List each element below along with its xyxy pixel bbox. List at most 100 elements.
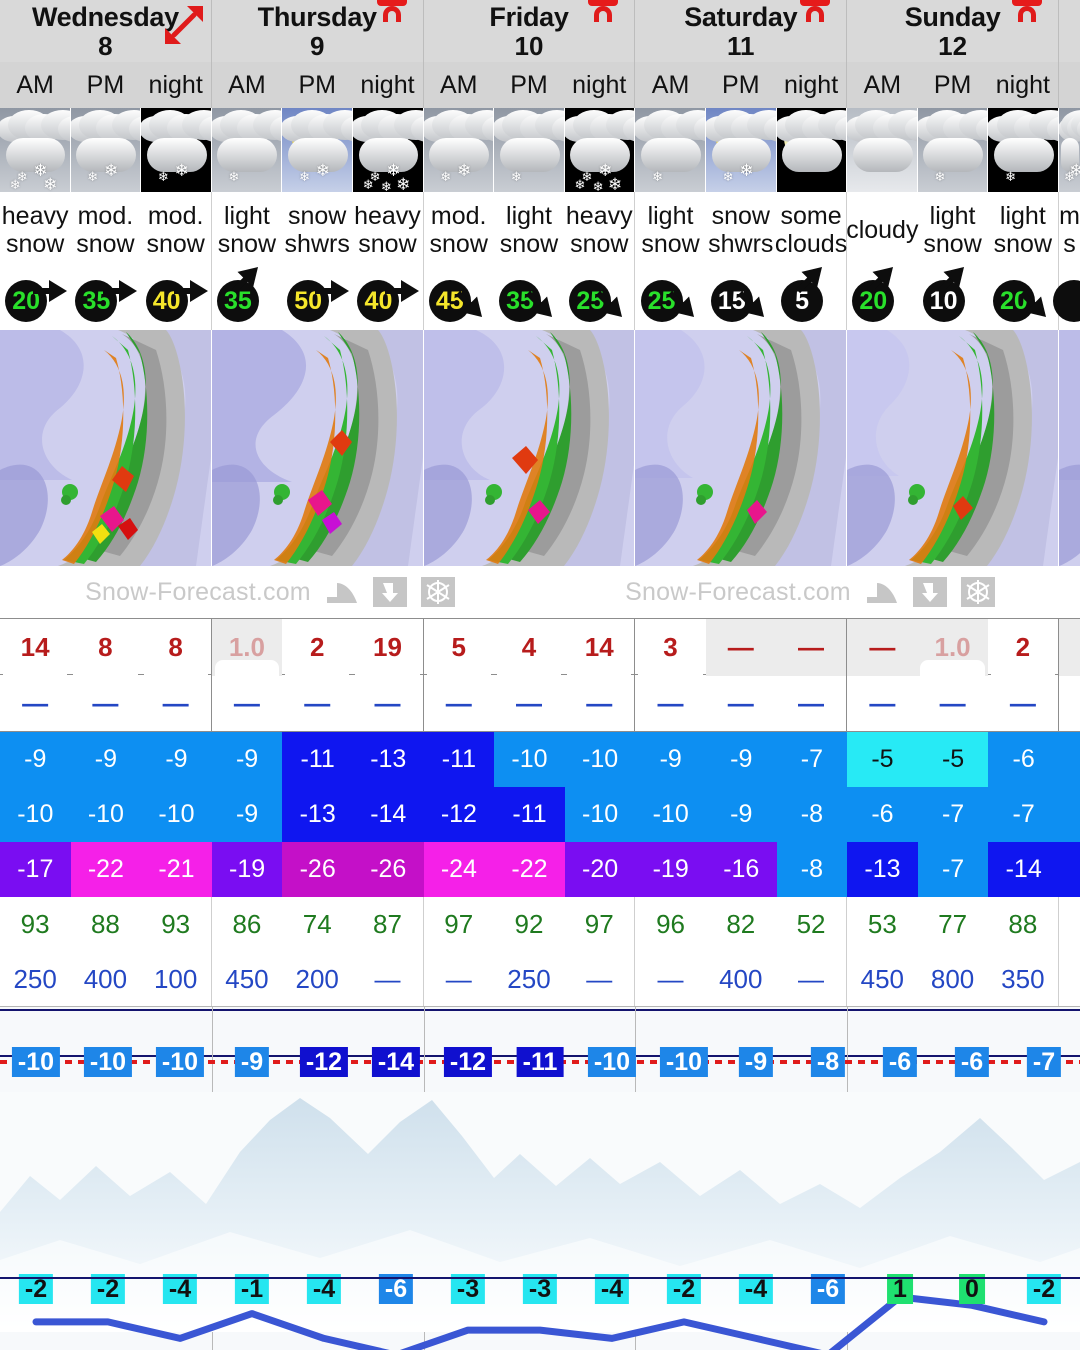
min-temp-cell: -9 xyxy=(705,787,777,842)
rain-amount-cell: — xyxy=(1009,688,1036,718)
day-name: Friday xyxy=(489,2,569,32)
weather-description: light snow xyxy=(988,192,1058,268)
wind-speed-cell: 20 xyxy=(988,268,1058,330)
wind-direction-arrow-icon xyxy=(933,260,971,298)
wind-speed-cell: 35 xyxy=(494,268,564,330)
freezing-level-cell: 250 xyxy=(13,963,57,994)
desc-line-1: mod. xyxy=(430,202,487,230)
humidity-cell: 87 xyxy=(373,908,402,939)
snowflake-icon: ❄ xyxy=(315,161,331,180)
next-day-partial[interactable] xyxy=(1058,0,1080,62)
freezing-level-cell: — xyxy=(445,963,472,994)
desc-line-1: some xyxy=(780,202,842,230)
snow-amount-cell: 14 xyxy=(0,619,70,676)
wind-direction-arrow-icon xyxy=(733,286,771,324)
period-label-night[interactable]: night xyxy=(564,62,634,108)
day-date: 12 xyxy=(938,31,968,61)
wind-direction-arrow-icon xyxy=(172,272,210,310)
period-label-AM[interactable]: AM xyxy=(424,62,494,108)
weather-icon: ❄ ❄ ❄ ❄ xyxy=(0,108,71,192)
period-label-AM[interactable]: AM xyxy=(212,62,282,108)
weather-icon: ❄ xyxy=(635,108,706,192)
rain-amount-cell: — xyxy=(798,688,825,718)
day-max-temp: -9 -9 -7 xyxy=(635,732,848,787)
day-min-temp: -6 -7 -7 xyxy=(847,787,1059,842)
period-label-night[interactable]: night xyxy=(988,62,1058,108)
period-label-night[interactable]: night xyxy=(141,62,211,108)
expand-arrows-icon[interactable] xyxy=(164,6,203,44)
wind-chill-cell: -17 xyxy=(0,842,71,897)
desc-line-1: mod. xyxy=(147,202,204,230)
max-temp-cell: -5 xyxy=(847,732,918,787)
period-label-night[interactable]: night xyxy=(352,62,422,108)
snowflake-icon: ❄ xyxy=(739,161,754,180)
wind-speed-cell: 35 xyxy=(212,266,282,330)
desc-line-1: heavy xyxy=(565,202,633,230)
forecast-map[interactable] xyxy=(1058,330,1080,566)
max-temp-cell: -9 xyxy=(0,732,71,787)
snow-amount-cell: 2 xyxy=(988,619,1058,676)
day-header[interactable]: Thursday 9 xyxy=(211,0,424,62)
wind-direction-arrow-icon xyxy=(451,286,489,324)
weather-description: heavy snow xyxy=(352,192,422,268)
forecast-map[interactable] xyxy=(0,330,212,566)
freezing-level-cell: 350 xyxy=(1001,963,1045,994)
desc-line-2: snow xyxy=(993,230,1053,258)
snowflake-icon: ❄ xyxy=(396,175,411,192)
rain-amount-cell: — xyxy=(22,688,49,718)
max-temp-row: -9 -9 -9 -9 -11 -13 -11 -10 -10 -9 -9 -7 -5 -5 -6 xyxy=(0,732,1080,787)
desc-line-1: heavy xyxy=(1,202,69,230)
forecast-map[interactable] xyxy=(423,330,636,566)
period-label-AM[interactable]: AM xyxy=(635,62,705,108)
period-label-PM[interactable]: PM xyxy=(70,62,140,108)
wind-speed-cell: 20 xyxy=(0,268,70,330)
day-date: 9 xyxy=(309,31,325,61)
day-max-temp: -9 -11 -13 xyxy=(211,732,424,787)
snow-amount-cell: 4 xyxy=(494,619,564,676)
wind-direction-arrow-icon xyxy=(1015,286,1053,324)
period-label-PM[interactable]: PM xyxy=(282,62,352,108)
weather-icon-row: ❄ ❄ ❄ ❄ ❄ ❄ ❄ ❄ ❄ ❄ ❄ ❄ ❄ ❄ ❄ ❄ ❄ ❄ ❄ ❄ … xyxy=(0,108,1080,192)
snowflake-icon xyxy=(420,577,455,607)
day-periods: AM PM night xyxy=(424,62,636,108)
snowflake-icon: ❄ xyxy=(934,169,946,184)
period-label-PM[interactable]: PM xyxy=(917,62,987,108)
min-temp-cell xyxy=(1058,787,1080,842)
snowflake-icon: ❄ xyxy=(607,175,623,192)
wind-direction-arrow-icon xyxy=(227,260,265,298)
min-temp-cell: -12 xyxy=(423,787,495,842)
period-label-AM[interactable]: AM xyxy=(847,62,917,108)
desc-line-1: light xyxy=(929,202,976,230)
forecast-map[interactable] xyxy=(847,330,1059,566)
desc-line-1: light xyxy=(506,202,552,230)
forecast-map-row xyxy=(0,330,1080,566)
day-wind-chill: -17 -22 -21 xyxy=(0,842,212,897)
day-weather-icons: ❄ ❄ ❄ xyxy=(635,108,848,192)
period-label-AM[interactable]: AM xyxy=(0,62,70,108)
wind-chill-cell: -20 xyxy=(564,842,636,897)
day-header[interactable]: Sunday 12 xyxy=(847,0,1059,62)
freezing-level-cell: 400 xyxy=(719,963,763,994)
min-temp-cell: -7 xyxy=(917,787,989,842)
period-label-PM[interactable]: PM xyxy=(494,62,564,108)
day-wind: 45 35 25 xyxy=(424,268,636,330)
forecast-map[interactable] xyxy=(211,330,424,566)
cloud-icon xyxy=(852,138,913,172)
snow-amount-cell: — xyxy=(847,619,918,676)
period-label-PM[interactable]: PM xyxy=(706,62,776,108)
day-descriptions: mod. snow light snow heavy snow xyxy=(424,192,636,268)
day-header[interactable]: Saturday 11 xyxy=(635,0,848,62)
weather-description: light snow xyxy=(494,192,564,268)
rain-amount-cell: — xyxy=(657,688,684,718)
day-header[interactable]: Friday 10 xyxy=(423,0,636,62)
humidity-cell xyxy=(1059,897,1080,951)
period-label-night[interactable]: night xyxy=(776,62,846,108)
day-wind-chill: -19 -26 -26 xyxy=(211,842,424,897)
humidity-cell: 93 xyxy=(161,908,191,939)
day-header-row: Wednesday 8 Thursday 9 Friday 10 Saturda… xyxy=(0,0,1080,62)
wind-speed-cell: 40 xyxy=(141,268,211,330)
watermark-row: Snow-Forecast.com Snow-Forecast.com xyxy=(0,566,1080,618)
wind-chill-cell: -26 xyxy=(352,842,424,897)
day-header[interactable]: Wednesday 8 xyxy=(0,0,212,62)
forecast-map[interactable] xyxy=(635,330,848,566)
